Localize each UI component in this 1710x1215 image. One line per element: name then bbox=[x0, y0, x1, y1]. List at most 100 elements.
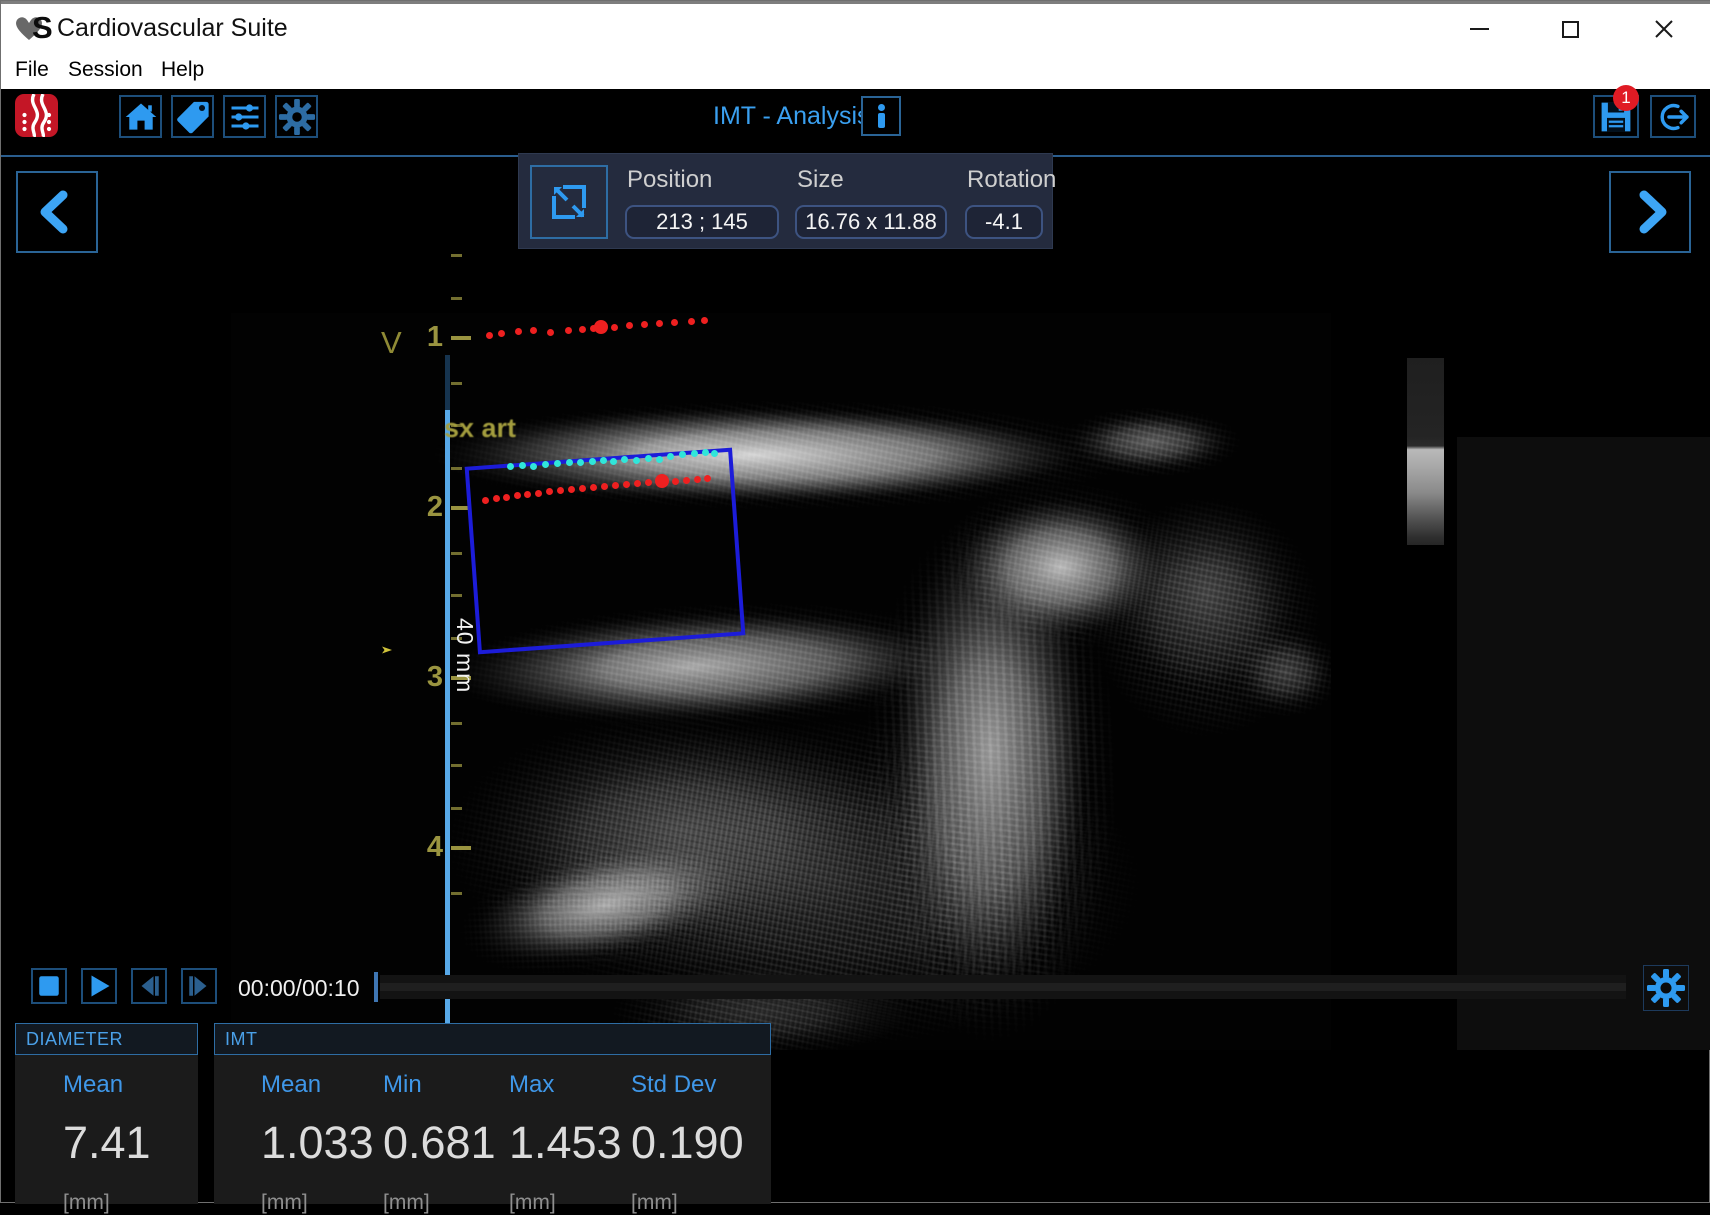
measurement-point bbox=[503, 494, 510, 501]
imt-mean-metric: Mean 1.033 [mm] bbox=[261, 1063, 391, 1215]
image-viewport: 1234 40 mm V sx art Position 2 bbox=[1, 157, 1710, 963]
metric-label: Max bbox=[509, 1071, 639, 1099]
sliders-icon bbox=[227, 99, 263, 135]
measurement-point bbox=[711, 450, 718, 457]
ruler-minor-tick bbox=[451, 764, 462, 767]
metric-unit: [mm] bbox=[509, 1191, 639, 1215]
ruler-tick-label: 3 bbox=[409, 661, 443, 694]
adjustments-button[interactable] bbox=[223, 95, 266, 138]
step-forward-button[interactable] bbox=[181, 968, 217, 1004]
playhead[interactable] bbox=[374, 972, 378, 1002]
save-badge: 1 bbox=[1613, 85, 1639, 111]
viewport-side-area bbox=[1457, 437, 1710, 1050]
measurement-point bbox=[656, 320, 663, 327]
ruler-minor-tick bbox=[451, 297, 462, 300]
imt-min-metric: Min 0.681 [mm] bbox=[383, 1063, 513, 1215]
measurement-point bbox=[530, 463, 537, 470]
measurement-point bbox=[691, 450, 698, 457]
measurement-point bbox=[623, 481, 630, 488]
measurement-point bbox=[535, 490, 542, 497]
metric-unit: [mm] bbox=[631, 1191, 761, 1215]
chevron-left-icon bbox=[33, 188, 81, 236]
previous-image-button[interactable] bbox=[16, 171, 98, 253]
measurement-point bbox=[590, 484, 597, 491]
measurement-point bbox=[530, 327, 537, 334]
measurement-point bbox=[498, 330, 505, 337]
right-streak-echo bbox=[1091, 497, 1321, 737]
home-icon bbox=[123, 99, 159, 135]
menu-bar: File Session Help bbox=[1, 57, 1710, 89]
measurement-point bbox=[554, 460, 561, 467]
ultrasound-image[interactable] bbox=[231, 313, 1331, 1050]
orientation-marker: V bbox=[381, 325, 402, 361]
measurement-point bbox=[683, 477, 690, 484]
metric-unit: [mm] bbox=[261, 1191, 391, 1215]
menu-help[interactable]: Help bbox=[161, 58, 204, 82]
measurement-point bbox=[542, 461, 549, 468]
menu-file[interactable]: File bbox=[15, 58, 49, 82]
measurement-point bbox=[579, 485, 586, 492]
home-button[interactable] bbox=[119, 95, 162, 138]
gear-icon bbox=[1646, 968, 1686, 1008]
step-forward-icon bbox=[184, 971, 214, 1001]
diameter-panel: DIAMETER Mean 7.41 [mm] bbox=[15, 1023, 198, 1204]
measurement-point bbox=[671, 319, 678, 326]
app-logo-icon bbox=[15, 94, 58, 137]
tissue-band-echo bbox=[446, 810, 766, 999]
ruler-minor-tick bbox=[451, 722, 462, 725]
stop-button[interactable] bbox=[31, 968, 67, 1004]
ruler-minor-tick bbox=[451, 552, 462, 555]
metric-label: Mean bbox=[63, 1071, 193, 1099]
metric-label: Std Dev bbox=[631, 1071, 761, 1099]
measurement-point bbox=[577, 459, 584, 466]
window-title: Cardiovascular Suite bbox=[57, 14, 288, 43]
settings-button[interactable] bbox=[275, 95, 318, 138]
size-field[interactable]: 16.76 x 11.88 bbox=[795, 205, 947, 239]
grayscale-bar bbox=[1407, 358, 1444, 545]
measurement-point bbox=[547, 329, 554, 336]
play-button[interactable] bbox=[81, 968, 117, 1004]
menu-session[interactable]: Session bbox=[68, 58, 143, 82]
measurement-point bbox=[655, 474, 669, 488]
measurement-point bbox=[612, 482, 619, 489]
tags-button[interactable] bbox=[171, 95, 214, 138]
measurement-point bbox=[667, 453, 674, 460]
ruler-minor-tick bbox=[451, 594, 462, 597]
measurement-point bbox=[519, 462, 526, 469]
imt-panel: IMT Mean 1.033 [mm] Min 0.681 [mm] Max 1… bbox=[214, 1023, 771, 1204]
depth-ruler bbox=[445, 410, 450, 1050]
next-image-button[interactable] bbox=[1609, 171, 1691, 253]
toolbar: IMT - Analysis 1 bbox=[1, 89, 1710, 155]
resize-roi-button[interactable] bbox=[530, 165, 608, 239]
exit-button[interactable] bbox=[1650, 95, 1696, 138]
measurement-point bbox=[515, 328, 522, 335]
position-label: Position bbox=[627, 166, 712, 194]
measurement-point bbox=[633, 457, 640, 464]
measurement-point bbox=[701, 317, 708, 324]
measurement-point bbox=[611, 324, 618, 331]
ruler-minor-tick bbox=[451, 254, 462, 257]
playback-time: 00:00/00:10 bbox=[238, 975, 360, 1002]
rotation-field[interactable]: -4.1 bbox=[965, 205, 1043, 239]
imt-stddev-metric: Std Dev 0.190 [mm] bbox=[631, 1063, 761, 1215]
measurement-point bbox=[524, 491, 531, 498]
close-button[interactable] bbox=[1648, 13, 1680, 45]
info-button[interactable] bbox=[861, 96, 901, 136]
measurement-point bbox=[645, 455, 652, 462]
ruler-tick-label: 4 bbox=[409, 831, 443, 864]
measurement-point bbox=[645, 479, 652, 486]
close-icon bbox=[1654, 19, 1674, 39]
playback-settings-button[interactable] bbox=[1643, 965, 1689, 1011]
minimize-button[interactable] bbox=[1463, 13, 1495, 45]
rotation-label: Rotation bbox=[967, 166, 1056, 194]
step-backward-button[interactable] bbox=[131, 968, 167, 1004]
position-field[interactable]: 213 ; 145 bbox=[625, 205, 779, 239]
ruler-minor-tick bbox=[451, 467, 462, 470]
imt-panel-title: IMT bbox=[214, 1023, 771, 1055]
maximize-button[interactable] bbox=[1554, 13, 1586, 45]
measurement-point bbox=[704, 475, 711, 482]
metric-value: 1.033 bbox=[261, 1117, 391, 1169]
measurement-point bbox=[688, 318, 695, 325]
measurement-point bbox=[601, 483, 608, 490]
progress-track[interactable] bbox=[380, 975, 1626, 999]
